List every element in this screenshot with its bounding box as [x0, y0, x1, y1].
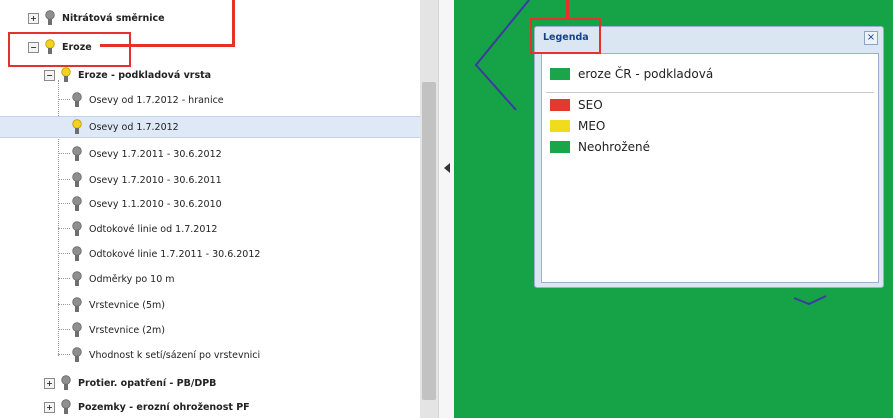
expand-icon[interactable]: +	[44, 377, 55, 389]
lightbulb-icon[interactable]	[72, 322, 82, 338]
tree-item-label: Protier. opatření - PB/DPB	[78, 377, 217, 389]
tree-item[interactable]: Vrstevnice (2m)	[72, 319, 165, 341]
tree-connector	[58, 253, 70, 254]
lightbulb-icon[interactable]	[61, 399, 71, 415]
legend-class-row: SEO	[550, 97, 603, 113]
tree-item[interactable]: Vhodnost k setí/sázení po vrstevnici	[72, 344, 260, 366]
tree-item-label: Osevy 1.7.2010 - 30.6.2011	[89, 174, 222, 186]
tree-item[interactable]: − Eroze - podkladová vrsta	[44, 64, 211, 86]
tree-item[interactable]: Osevy od 1.7.2012 - hranice	[72, 89, 224, 111]
tree-item[interactable]: Odtokové linie 1.7.2011 - 30.6.2012	[72, 243, 260, 265]
panel-splitter[interactable]	[438, 0, 455, 418]
collapse-left-icon[interactable]	[444, 163, 450, 173]
tree-item-label: Vhodnost k setí/sázení po vrstevnici	[89, 349, 261, 361]
expand-icon[interactable]: +	[44, 401, 55, 413]
tree-connector	[58, 278, 70, 279]
legend-window[interactable]: Legenda × eroze ČR - podkladová SEO MEO …	[534, 26, 884, 288]
lightbulb-icon[interactable]	[72, 271, 82, 287]
tree-item-label: Osevy 1.1.2010 - 30.6.2010	[89, 198, 222, 210]
legend-swatch	[550, 141, 570, 153]
scrollbar-thumb[interactable]	[422, 82, 436, 400]
tree-item[interactable]: Osevy 1.7.2011 - 30.6.2012	[72, 143, 222, 165]
tree-connector	[58, 179, 70, 180]
legend-swatch	[550, 99, 570, 111]
tree-item-label: Pozemky - erozní ohroženost PF	[78, 401, 250, 413]
tree-connector	[58, 354, 70, 355]
legend-swatch	[550, 120, 570, 132]
legend-class-label: Neohrožené	[578, 140, 650, 154]
tree-item-label: Osevy 1.7.2011 - 30.6.2012	[89, 148, 222, 160]
tree-item-label: Nitrátová směrnice	[62, 12, 165, 24]
tree-scrollbar[interactable]	[420, 0, 438, 418]
parcel-boundary	[793, 295, 827, 306]
tree-item[interactable]: Odměrky po 10 m	[72, 268, 175, 290]
tree-item[interactable]: Vrstevnice (5m)	[72, 294, 165, 316]
tree-item-label: Osevy od 1.7.2012	[89, 121, 179, 133]
parcel-boundary	[474, 0, 530, 111]
tree-item-label: Odtokové linie 1.7.2011 - 30.6.2012	[89, 248, 261, 260]
lightbulb-icon[interactable]	[72, 146, 82, 162]
legend-body: eroze ČR - podkladová SEO MEO Neohrožené	[541, 53, 879, 283]
tree-item[interactable]: + Pozemky - erozní ohroženost PF	[44, 396, 250, 418]
tree-connector	[58, 153, 70, 154]
legend-class-label: SEO	[578, 98, 603, 112]
tree-item-label: Odtokové linie od 1.7.2012	[89, 223, 218, 235]
tree-item[interactable]: Osevy 1.1.2010 - 30.6.2010	[72, 193, 222, 215]
lightbulb-icon[interactable]	[72, 92, 82, 108]
legend-divider	[546, 92, 874, 93]
tree-item-label: Eroze - podkladová vrsta	[78, 69, 212, 81]
lightbulb-icon[interactable]	[72, 119, 82, 135]
close-icon[interactable]: ×	[864, 31, 878, 45]
collapse-icon[interactable]: −	[44, 69, 55, 81]
tree-item-label: Vrstevnice (2m)	[89, 324, 166, 336]
annotation-box-eroze	[8, 32, 131, 67]
lightbulb-icon[interactable]	[72, 221, 82, 237]
lightbulb-icon[interactable]	[45, 10, 55, 26]
lightbulb-icon[interactable]	[72, 347, 82, 363]
tree-connector	[58, 203, 70, 204]
legend-class-row: Neohrožené	[550, 139, 650, 155]
lightbulb-icon[interactable]	[72, 297, 82, 313]
tree-item[interactable]: + Nitrátová směrnice	[28, 7, 165, 29]
legend-layer-label: eroze ČR - podkladová	[578, 67, 714, 81]
annotation-line	[232, 0, 235, 46]
lightbulb-icon[interactable]	[72, 196, 82, 212]
tree-item[interactable]: Odtokové linie od 1.7.2012	[72, 218, 217, 240]
lightbulb-icon[interactable]	[72, 172, 82, 188]
tree-item-label: Vrstevnice (5m)	[89, 299, 166, 311]
annotation-box-legenda	[530, 18, 601, 54]
lightbulb-icon[interactable]	[61, 375, 71, 391]
legend-swatch	[550, 68, 570, 80]
lightbulb-icon[interactable]	[72, 246, 82, 262]
tree-item-label: Osevy od 1.7.2012 - hranice	[89, 94, 224, 106]
tree-item-label: Odměrky po 10 m	[89, 273, 175, 285]
tree-connector	[58, 99, 70, 100]
annotation-line	[566, 0, 569, 20]
tree-connector	[58, 228, 70, 229]
legend-class-row: MEO	[550, 118, 605, 134]
tree-item[interactable]: Osevy od 1.7.2012	[0, 116, 420, 138]
tree-item[interactable]: Osevy 1.7.2010 - 30.6.2011	[72, 169, 222, 191]
tree-item[interactable]: + Protier. opatření - PB/DPB	[44, 372, 216, 394]
tree-connector	[58, 304, 70, 305]
lightbulb-icon[interactable]	[61, 67, 71, 83]
legend-class-label: MEO	[578, 119, 606, 133]
tree-connector	[58, 329, 70, 330]
legend-layer-row: eroze ČR - podkladová	[550, 66, 713, 82]
expand-icon[interactable]: +	[28, 12, 39, 24]
